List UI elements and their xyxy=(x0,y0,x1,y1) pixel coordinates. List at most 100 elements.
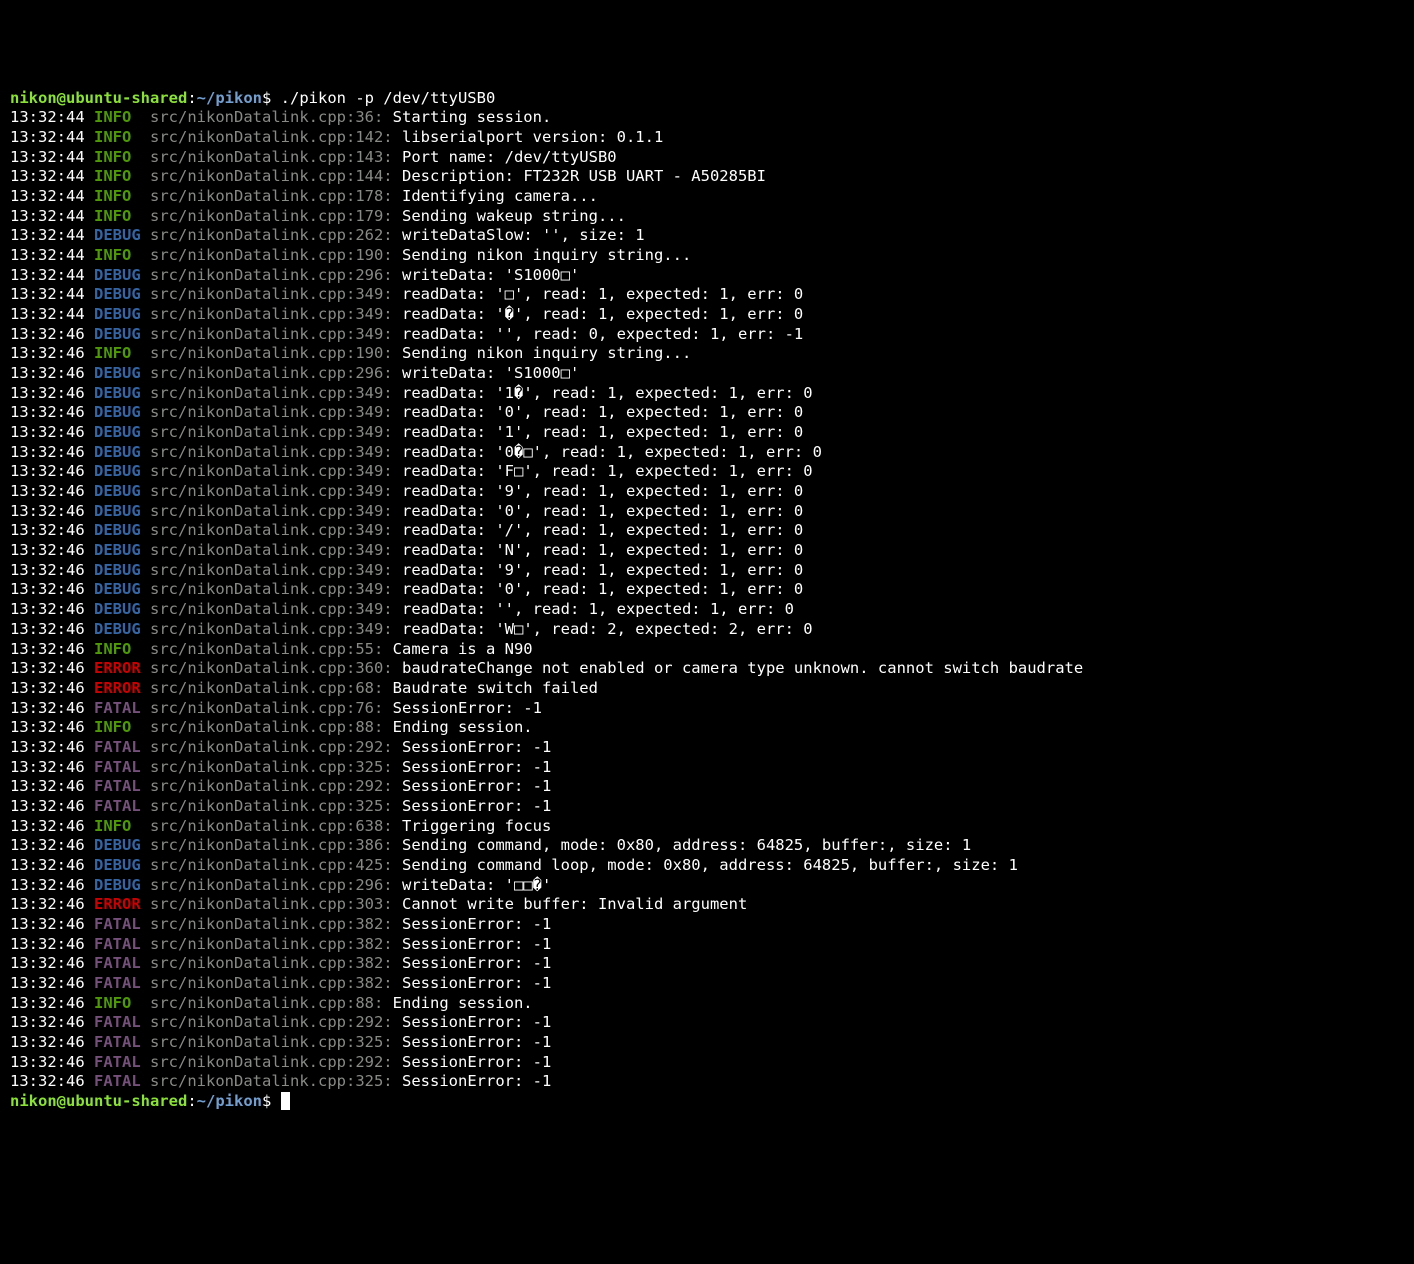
log-message: readData: '9', read: 1, expected: 1, err… xyxy=(402,561,803,579)
log-source: src/nikonDatalink.cpp:36: xyxy=(150,108,383,126)
log-message: Starting session. xyxy=(393,108,552,126)
log-line: 13:32:46 DEBUG src/nikonDatalink.cpp:349… xyxy=(10,580,1404,600)
log-source: src/nikonDatalink.cpp:349: xyxy=(150,502,393,520)
log-line: 13:32:46 INFO src/nikonDatalink.cpp:55: … xyxy=(10,640,1404,660)
log-level: DEBUG xyxy=(94,561,141,579)
log-line: 13:32:46 FATAL src/nikonDatalink.cpp:382… xyxy=(10,935,1404,955)
log-timestamp: 13:32:46 xyxy=(10,659,85,677)
log-line: 13:32:44 INFO src/nikonDatalink.cpp:178:… xyxy=(10,187,1404,207)
terminal-output[interactable]: nikon@ubuntu-shared:~/pikon$ ./pikon -p … xyxy=(10,89,1404,1112)
log-timestamp: 13:32:44 xyxy=(10,128,85,146)
log-timestamp: 13:32:44 xyxy=(10,187,85,205)
log-level: INFO xyxy=(94,640,141,658)
log-message: readData: 'W□', read: 2, expected: 2, er… xyxy=(402,620,813,638)
log-level: FATAL xyxy=(94,974,141,992)
log-line: 13:32:46 ERROR src/nikonDatalink.cpp:68:… xyxy=(10,679,1404,699)
log-level: DEBUG xyxy=(94,443,141,461)
log-level: DEBUG xyxy=(94,502,141,520)
log-timestamp: 13:32:46 xyxy=(10,1013,85,1031)
log-message: Description: FT232R USB UART - A50285BI xyxy=(402,167,766,185)
log-level: DEBUG xyxy=(94,423,141,441)
log-message: SessionError: -1 xyxy=(402,738,551,756)
log-level: DEBUG xyxy=(94,226,141,244)
log-level: FATAL xyxy=(94,1053,141,1071)
log-timestamp: 13:32:46 xyxy=(10,640,85,658)
log-level: DEBUG xyxy=(94,384,141,402)
log-level: INFO xyxy=(94,344,141,362)
log-line: 13:32:46 DEBUG src/nikonDatalink.cpp:349… xyxy=(10,502,1404,522)
prompt-user: nikon@ubuntu-shared xyxy=(10,89,187,107)
log-timestamp: 13:32:46 xyxy=(10,856,85,874)
log-line: 13:32:46 FATAL src/nikonDatalink.cpp:382… xyxy=(10,974,1404,994)
log-line: 13:32:46 FATAL src/nikonDatalink.cpp:292… xyxy=(10,1013,1404,1033)
log-line: 13:32:44 INFO src/nikonDatalink.cpp:143:… xyxy=(10,148,1404,168)
log-line: 13:32:46 DEBUG src/nikonDatalink.cpp:349… xyxy=(10,325,1404,345)
log-timestamp: 13:32:46 xyxy=(10,679,85,697)
log-source: src/nikonDatalink.cpp:292: xyxy=(150,777,393,795)
log-source: src/nikonDatalink.cpp:349: xyxy=(150,403,393,421)
log-source: src/nikonDatalink.cpp:325: xyxy=(150,1033,393,1051)
log-level: DEBUG xyxy=(94,876,141,894)
log-timestamp: 13:32:46 xyxy=(10,580,85,598)
log-message: Baudrate switch failed xyxy=(393,679,598,697)
log-timestamp: 13:32:46 xyxy=(10,325,85,343)
log-timestamp: 13:32:46 xyxy=(10,403,85,421)
log-level: INFO xyxy=(94,817,141,835)
log-message: SessionError: -1 xyxy=(402,1053,551,1071)
log-line: 13:32:46 FATAL src/nikonDatalink.cpp:325… xyxy=(10,1072,1404,1092)
log-level: DEBUG xyxy=(94,521,141,539)
log-timestamp: 13:32:46 xyxy=(10,817,85,835)
log-source: src/nikonDatalink.cpp:360: xyxy=(150,659,393,677)
log-level: DEBUG xyxy=(94,285,141,303)
log-message: libserialport version: 0.1.1 xyxy=(402,128,663,146)
prompt-dollar: $ xyxy=(262,1092,271,1110)
log-timestamp: 13:32:46 xyxy=(10,1033,85,1051)
log-message: SessionError: -1 xyxy=(402,954,551,972)
log-timestamp: 13:32:46 xyxy=(10,423,85,441)
log-line: 13:32:46 DEBUG src/nikonDatalink.cpp:349… xyxy=(10,521,1404,541)
log-message: SessionError: -1 xyxy=(402,758,551,776)
log-message: SessionError: -1 xyxy=(402,1013,551,1031)
log-source: src/nikonDatalink.cpp:325: xyxy=(150,797,393,815)
log-timestamp: 13:32:46 xyxy=(10,462,85,480)
log-message: writeData: 'S1000□' xyxy=(402,266,579,284)
log-level: DEBUG xyxy=(94,856,141,874)
log-timestamp: 13:32:46 xyxy=(10,443,85,461)
log-source: src/nikonDatalink.cpp:382: xyxy=(150,954,393,972)
log-line: 13:32:46 DEBUG src/nikonDatalink.cpp:349… xyxy=(10,443,1404,463)
log-level: DEBUG xyxy=(94,580,141,598)
log-line: 13:32:46 DEBUG src/nikonDatalink.cpp:349… xyxy=(10,423,1404,443)
log-message: SessionError: -1 xyxy=(402,777,551,795)
log-line: 13:32:46 DEBUG src/nikonDatalink.cpp:349… xyxy=(10,600,1404,620)
prompt-user: nikon@ubuntu-shared xyxy=(10,1092,187,1110)
log-source: src/nikonDatalink.cpp:262: xyxy=(150,226,393,244)
log-message: readData: '0', read: 1, expected: 1, err… xyxy=(402,403,803,421)
log-timestamp: 13:32:44 xyxy=(10,226,85,244)
log-source: src/nikonDatalink.cpp:349: xyxy=(150,561,393,579)
log-line: 13:32:46 FATAL src/nikonDatalink.cpp:292… xyxy=(10,738,1404,758)
log-message: readData: '�', read: 1, expected: 1, err… xyxy=(402,305,803,323)
log-line: 13:32:46 INFO src/nikonDatalink.cpp:190:… xyxy=(10,344,1404,364)
log-line: 13:32:46 DEBUG src/nikonDatalink.cpp:349… xyxy=(10,462,1404,482)
log-source: src/nikonDatalink.cpp:303: xyxy=(150,895,393,913)
log-timestamp: 13:32:46 xyxy=(10,876,85,894)
log-line: 13:32:46 DEBUG src/nikonDatalink.cpp:296… xyxy=(10,364,1404,384)
log-message: Sending nikon inquiry string... xyxy=(402,344,691,362)
log-level: INFO xyxy=(94,148,141,166)
prompt-line: nikon@ubuntu-shared:~/pikon$ ./pikon -p … xyxy=(10,89,1404,109)
log-message: readData: '0�□', read: 1, expected: 1, e… xyxy=(402,443,822,461)
log-source: src/nikonDatalink.cpp:296: xyxy=(150,364,393,382)
log-level: FATAL xyxy=(94,758,141,776)
log-source: src/nikonDatalink.cpp:386: xyxy=(150,836,393,854)
log-source: src/nikonDatalink.cpp:382: xyxy=(150,935,393,953)
log-line: 13:32:46 FATAL src/nikonDatalink.cpp:382… xyxy=(10,954,1404,974)
log-timestamp: 13:32:46 xyxy=(10,954,85,972)
log-line: 13:32:46 DEBUG src/nikonDatalink.cpp:349… xyxy=(10,541,1404,561)
log-message: writeData: 'S1000□' xyxy=(402,364,579,382)
log-line: 13:32:44 DEBUG src/nikonDatalink.cpp:296… xyxy=(10,266,1404,286)
log-message: writeData: '□□�' xyxy=(402,876,551,894)
prompt-colon: : xyxy=(187,1092,196,1110)
log-source: src/nikonDatalink.cpp:425: xyxy=(150,856,393,874)
log-level: INFO xyxy=(94,187,141,205)
log-message: Ending session. xyxy=(393,994,533,1012)
